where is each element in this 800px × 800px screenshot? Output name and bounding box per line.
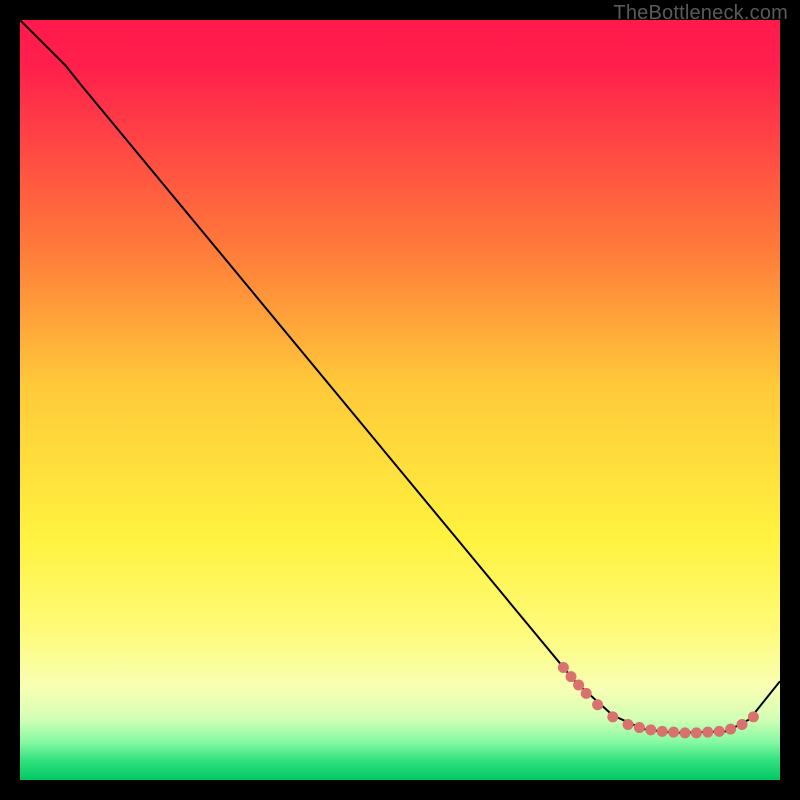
marker-dot — [702, 727, 713, 738]
chart-stage: TheBottleneck.com — [0, 0, 800, 800]
marker-dot — [592, 699, 603, 710]
marker-dot — [680, 727, 691, 738]
marker-dot — [645, 724, 656, 735]
marker-dot — [558, 662, 569, 673]
marker-dot — [691, 727, 702, 738]
marker-dot — [748, 711, 759, 722]
marker-dot — [725, 724, 736, 735]
marker-dot — [581, 688, 592, 699]
marker-dot — [634, 722, 645, 733]
marker-dot — [737, 719, 748, 730]
bottleneck-plot — [20, 20, 780, 780]
marker-dot — [607, 711, 618, 722]
plot-background — [20, 20, 780, 780]
marker-dot — [714, 726, 725, 737]
marker-dot — [573, 680, 584, 691]
marker-dot — [657, 726, 668, 737]
marker-dot — [566, 671, 577, 682]
marker-dot — [623, 719, 634, 730]
marker-dot — [668, 727, 679, 738]
watermark-text: TheBottleneck.com — [613, 2, 788, 25]
